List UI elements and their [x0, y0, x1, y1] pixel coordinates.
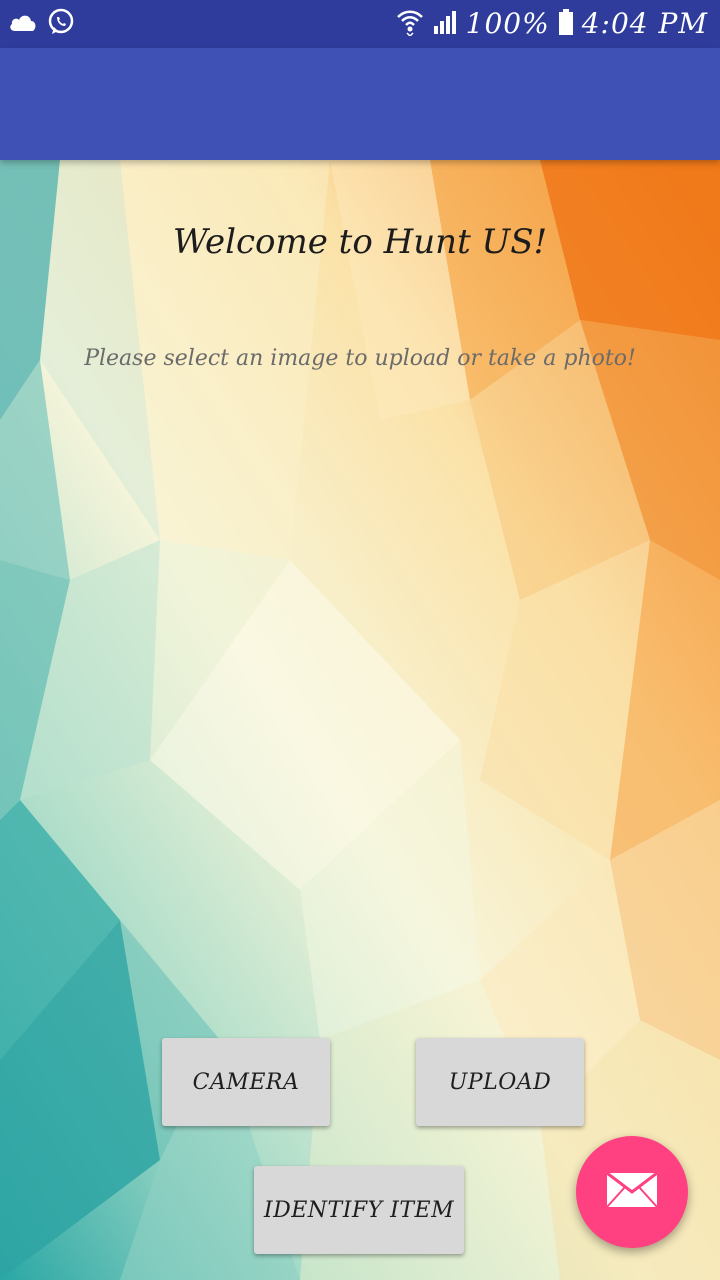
- identify-item-button[interactable]: IDENTIFY ITEM: [254, 1166, 464, 1254]
- status-bar: 100% 4:04 PM: [0, 0, 720, 48]
- signal-icon: [432, 9, 458, 39]
- mail-fab-button[interactable]: [576, 1136, 688, 1248]
- battery-percent: 100%: [465, 7, 550, 40]
- upload-button[interactable]: UPLOAD: [416, 1038, 584, 1126]
- whatsapp-icon: [46, 7, 76, 41]
- app-bar: [0, 48, 720, 160]
- status-left-icons: [8, 8, 76, 40]
- page-title: Welcome to Hunt US!: [172, 222, 548, 262]
- status-time: 4:04 PM: [581, 7, 708, 40]
- mail-icon: [606, 1171, 658, 1212]
- camera-button[interactable]: CAMERA: [162, 1038, 330, 1126]
- page-subtitle: Please select an image to upload or take…: [84, 346, 636, 371]
- main-content: Welcome to Hunt US! Please select an ima…: [0, 160, 720, 1280]
- cloud-icon: [8, 11, 38, 37]
- battery-icon: [558, 8, 574, 40]
- status-right: 100% 4:04 PM: [396, 6, 708, 42]
- screen: 100% 4:04 PM Welcome to Hunt US! Please …: [0, 0, 720, 1280]
- wifi-icon: [396, 8, 424, 40]
